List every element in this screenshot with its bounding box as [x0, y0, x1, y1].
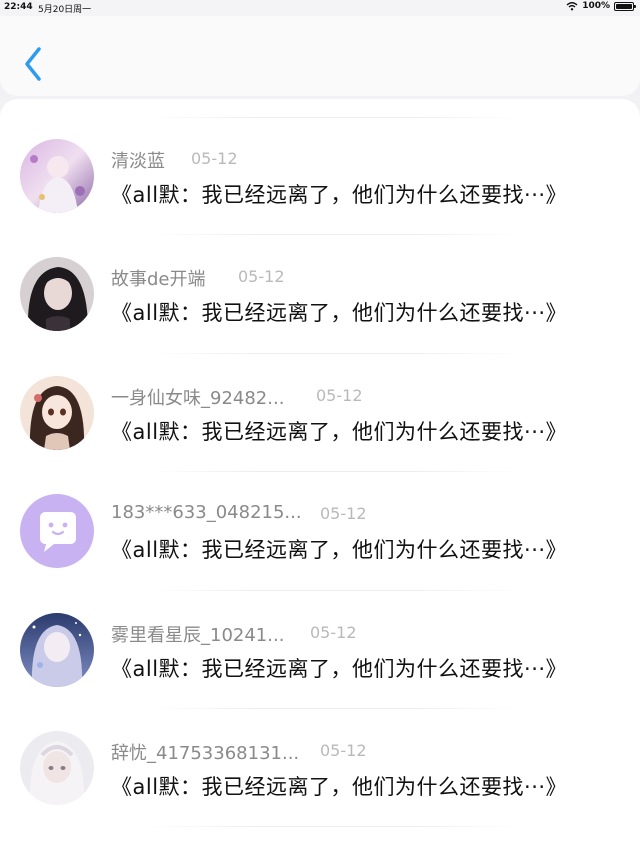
comment-date: 05-12	[310, 623, 357, 642]
nav-bar	[0, 16, 640, 96]
divider	[150, 471, 520, 472]
user-name[interactable]: 辞忧_41753368131...	[111, 739, 299, 765]
comment-date: 05-12	[316, 386, 363, 405]
comment-text[interactable]: 《all默：我已经远离了，他们为什么还要找···》	[111, 534, 567, 564]
list-item[interactable]: 一身仙女味_92482... 05-12 《all默：我已经远离了，他们为什么还…	[0, 336, 640, 454]
divider	[150, 353, 520, 354]
divider	[150, 117, 520, 118]
comment-text[interactable]: 《all默：我已经远离了，他们为什么还要找···》	[111, 416, 567, 446]
comment-text[interactable]: 《all默：我已经远离了，他们为什么还要找···》	[111, 653, 567, 683]
list-item[interactable]: 183***633_048215... 05-12 《all默：我已经远离了，他…	[0, 454, 640, 572]
comment-list: 清淡蓝 05-12 《all默：我已经远离了，他们为什么还要找···》 故事de…	[0, 99, 640, 859]
comment-text[interactable]: 《all默：我已经远离了，他们为什么还要找···》	[111, 771, 567, 801]
user-name[interactable]: 雾里看星辰_10241...	[111, 621, 284, 647]
battery-icon	[614, 1, 636, 11]
comment-date: 05-12	[320, 504, 367, 523]
avatar[interactable]	[20, 257, 94, 331]
comment-date: 05-12	[191, 149, 238, 168]
comment-text[interactable]: 《all默：我已经远离了，他们为什么还要找···》	[111, 297, 567, 327]
avatar[interactable]	[20, 613, 94, 687]
status-indicators: 100%	[566, 1, 636, 11]
back-button[interactable]	[18, 44, 50, 84]
status-date: 5月20日周一	[38, 5, 92, 15]
user-name[interactable]: 清淡蓝	[111, 147, 165, 173]
battery-percentage: 100%	[582, 1, 610, 11]
divider	[150, 826, 520, 827]
comment-date: 05-12	[238, 267, 285, 286]
user-name[interactable]: 故事de开端	[111, 265, 206, 291]
comment-text[interactable]: 《all默：我已经远离了，他们为什么还要找···》	[111, 179, 567, 209]
chevron-left-icon	[25, 47, 41, 81]
user-name[interactable]: 183***633_048215...	[111, 502, 302, 523]
wifi-icon	[566, 1, 578, 11]
divider	[150, 234, 520, 235]
divider	[150, 590, 520, 591]
comment-date: 05-12	[320, 741, 367, 760]
avatar[interactable]	[20, 139, 94, 213]
status-time: 22:44	[4, 2, 33, 12]
list-item[interactable]: 雾里看星辰_10241... 05-12 《all默：我已经远离了，他们为什么还…	[0, 573, 640, 691]
list-item[interactable]: 辞忧_41753368131... 05-12 《all默：我已经远离了，他们为…	[0, 691, 640, 827]
avatar[interactable]	[20, 376, 94, 450]
list-item[interactable]: 清淡蓝 05-12 《all默：我已经远离了，他们为什么还要找···》	[0, 99, 640, 217]
status-bar: 22:44 5月20日周一 100%	[0, 0, 640, 16]
user-name[interactable]: 一身仙女味_92482...	[111, 384, 284, 410]
list-item[interactable]: 故事de开端 05-12 《all默：我已经远离了，他们为什么还要找···》	[0, 217, 640, 335]
divider	[150, 708, 520, 709]
avatar[interactable]	[20, 494, 94, 568]
avatar[interactable]	[20, 731, 94, 805]
